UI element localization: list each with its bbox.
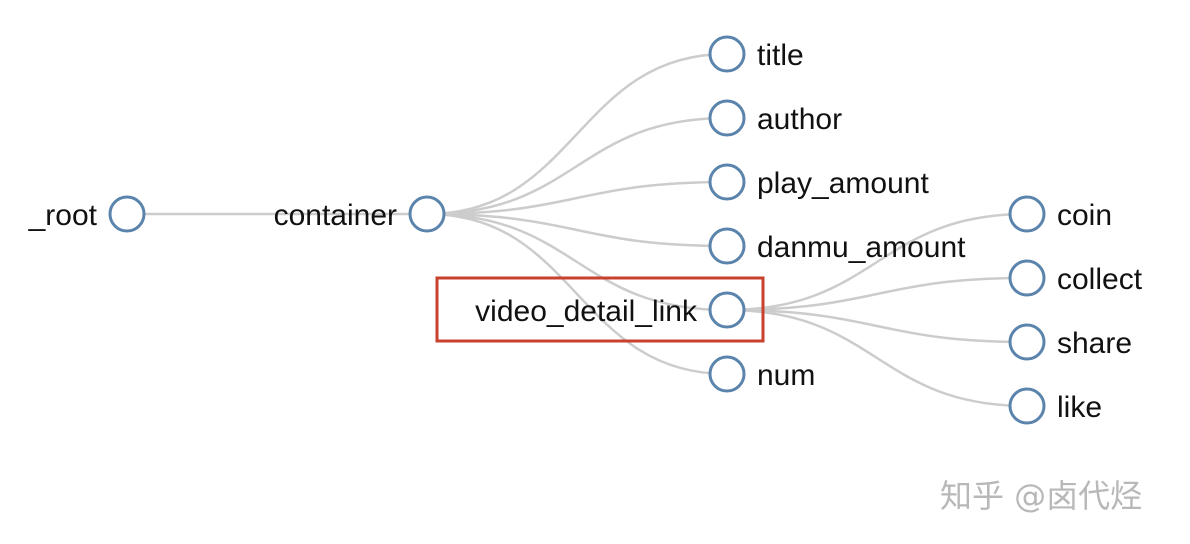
- node-circle[interactable]: [708, 99, 746, 137]
- node-label: _root: [28, 199, 98, 232]
- link-video_detail_link-share: [726, 308, 1028, 344]
- node-circle[interactable]: [1008, 195, 1046, 233]
- node-danmu_amount[interactable]: danmu_amount: [708, 227, 966, 265]
- watermark: 知乎 @卤代烃: [940, 477, 1142, 515]
- node-container[interactable]: container: [274, 195, 446, 233]
- node-circle[interactable]: [408, 195, 446, 233]
- node-circle[interactable]: [108, 195, 146, 233]
- node-circle[interactable]: [1008, 323, 1046, 361]
- node-circle[interactable]: [708, 163, 746, 201]
- tree-diagram: _root container title author play_amountdanm…: [28, 35, 1143, 515]
- node-author[interactable]: author: [708, 99, 842, 137]
- node-circle[interactable]: [1008, 259, 1046, 297]
- node-circle[interactable]: [708, 35, 746, 73]
- node-label: container: [274, 199, 397, 232]
- node-label: num: [757, 359, 815, 392]
- node-video_detail_link[interactable]: video_detail_link: [475, 291, 746, 329]
- node-label: collect: [1057, 263, 1143, 296]
- node-label: like: [1057, 391, 1102, 424]
- node-like[interactable]: like: [1008, 387, 1102, 425]
- node-label: author: [757, 103, 842, 136]
- node-label: title: [757, 39, 804, 72]
- links-layer: [127, 52, 1028, 408]
- node-circle[interactable]: [708, 227, 746, 265]
- node-label: danmu_amount: [757, 231, 966, 264]
- node-circle[interactable]: [1008, 387, 1046, 425]
- node-_root[interactable]: _root: [28, 195, 146, 233]
- node-num[interactable]: num: [708, 355, 815, 393]
- link-video_detail_link-collect: [726, 276, 1028, 312]
- node-collect[interactable]: collect: [1008, 259, 1143, 297]
- node-play_amount[interactable]: play_amount: [708, 163, 929, 201]
- node-circle[interactable]: [708, 355, 746, 393]
- node-label: video_detail_link: [475, 295, 698, 328]
- node-share[interactable]: share: [1008, 323, 1132, 361]
- node-label: share: [1057, 327, 1132, 360]
- node-label: play_amount: [757, 167, 929, 200]
- link-container-title: [426, 52, 728, 216]
- node-circle[interactable]: [708, 291, 746, 329]
- link-container-num: [426, 212, 728, 376]
- node-coin[interactable]: coin: [1008, 195, 1112, 233]
- node-title[interactable]: title: [708, 35, 804, 73]
- node-label: coin: [1057, 199, 1112, 232]
